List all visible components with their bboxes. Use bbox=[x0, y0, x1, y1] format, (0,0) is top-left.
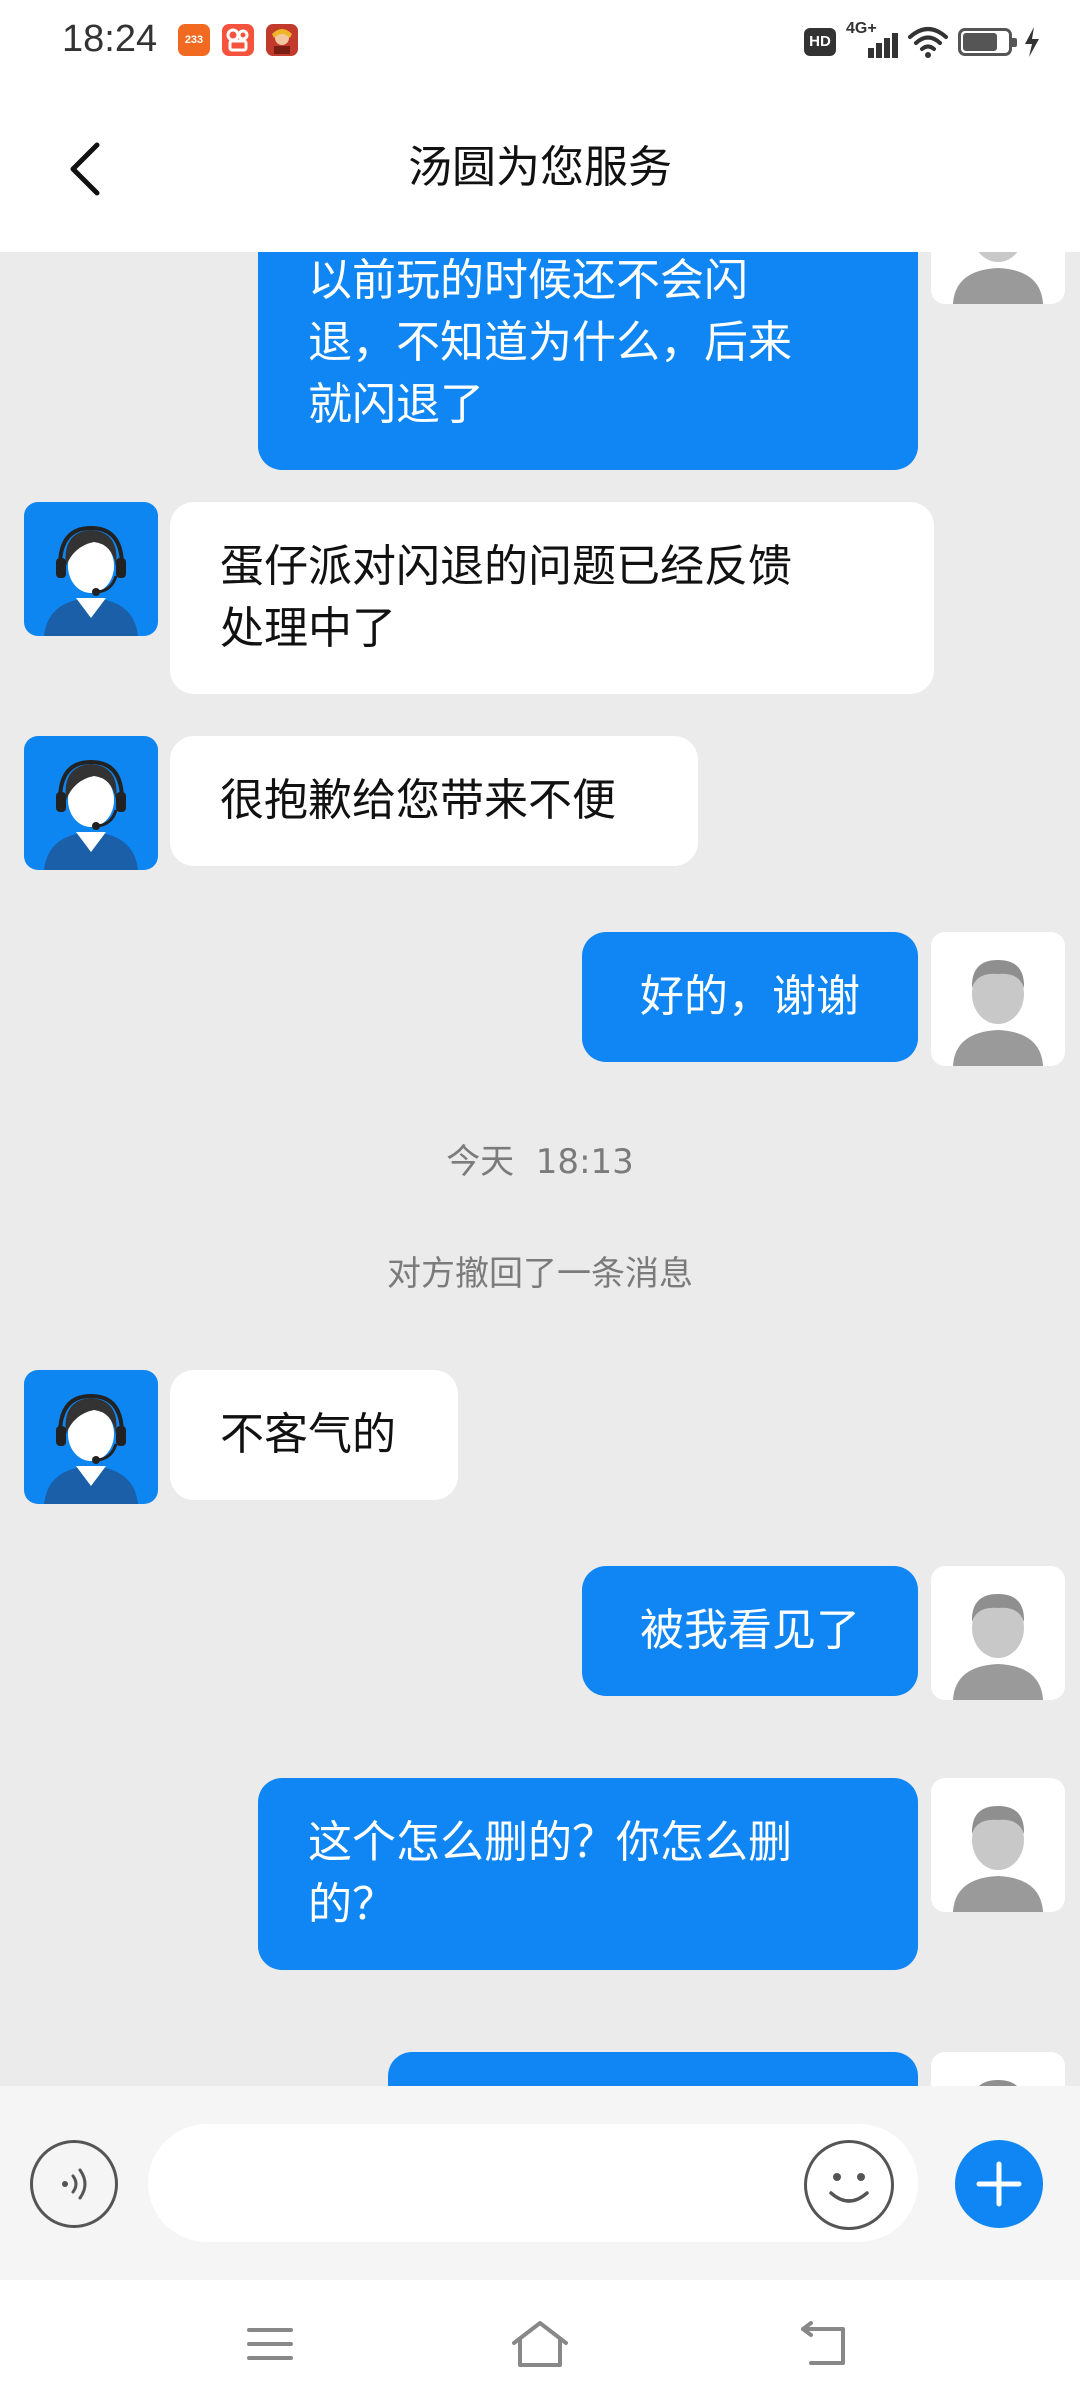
incoming-message-bubble[interactable]: 蛋仔派对闪退的问题已经反馈 处理中了 bbox=[170, 502, 934, 694]
chat-header: 汤圆为您服务 bbox=[0, 84, 1080, 252]
menu-button[interactable] bbox=[230, 2304, 310, 2384]
menu-icon bbox=[247, 2328, 293, 2360]
voice-button[interactable] bbox=[30, 2140, 118, 2228]
status-indicators: HD 4G+ bbox=[804, 20, 1042, 62]
game-avatar-icon bbox=[266, 24, 298, 56]
incoming-message-bubble[interactable]: 不客气的 bbox=[170, 1370, 458, 1500]
input-bar bbox=[0, 2086, 1080, 2280]
return-icon bbox=[801, 2321, 845, 2365]
user-avatar[interactable] bbox=[931, 252, 1065, 304]
system-nav-bar bbox=[0, 2280, 1080, 2408]
hd-badge: HD bbox=[804, 28, 836, 56]
user-avatar[interactable] bbox=[931, 2052, 1065, 2086]
outgoing-message-bubble[interactable]: 这个怎么删的？你怎么删 的？ bbox=[258, 1778, 918, 1970]
status-time: 18:24 bbox=[62, 18, 158, 60]
charging-icon bbox=[1025, 27, 1039, 57]
outgoing-message-bubble[interactable]: 好的，谢谢 bbox=[582, 932, 918, 1062]
home-button[interactable] bbox=[500, 2304, 580, 2384]
kuaishou-icon bbox=[222, 24, 254, 56]
user-avatar[interactable] bbox=[931, 932, 1065, 1066]
recall-notice: 对方撤回了一条消息 bbox=[387, 1254, 693, 1294]
chat-area[interactable]: 以前玩的时候还不会闪 退，不知道为什么，后来 就闪退了 蛋仔派对闪退的问题已经反… bbox=[0, 252, 1080, 2086]
user-avatar[interactable] bbox=[931, 1566, 1065, 1700]
timestamp: 今天 18:13 bbox=[446, 1142, 634, 1182]
voice-icon bbox=[62, 2168, 87, 2200]
status-bar: 18:24 233 HD 4G+ bbox=[0, 0, 1080, 84]
incoming-message-bubble[interactable]: 很抱歉给您带来不便 bbox=[170, 736, 698, 866]
emoji-icon bbox=[829, 2173, 869, 2203]
return-button[interactable] bbox=[784, 2304, 864, 2384]
emoji-button[interactable] bbox=[804, 2140, 894, 2230]
agent-avatar[interactable] bbox=[24, 1370, 158, 1504]
user-avatar[interactable] bbox=[931, 1778, 1065, 1912]
plus-button[interactable] bbox=[955, 2140, 1043, 2228]
home-icon bbox=[512, 2321, 568, 2367]
agent-avatar[interactable] bbox=[24, 502, 158, 636]
wifi-icon bbox=[908, 27, 948, 58]
outgoing-message-bubble[interactable] bbox=[388, 2052, 918, 2086]
plus-icon bbox=[976, 2161, 1022, 2207]
message-input[interactable] bbox=[148, 2124, 918, 2242]
cellular-signal-icon: 4G+ bbox=[846, 20, 898, 60]
outgoing-message-bubble[interactable]: 被我看见了 bbox=[582, 1566, 918, 1696]
page-title: 汤圆为您服务 bbox=[408, 142, 672, 193]
network-type: 4G+ bbox=[846, 20, 877, 37]
agent-avatar[interactable] bbox=[24, 736, 158, 870]
battery-icon bbox=[958, 28, 1017, 56]
outgoing-message-bubble[interactable]: 以前玩的时候还不会闪 退，不知道为什么，后来 就闪退了 bbox=[258, 252, 918, 470]
app-233-icon: 233 bbox=[178, 24, 210, 56]
